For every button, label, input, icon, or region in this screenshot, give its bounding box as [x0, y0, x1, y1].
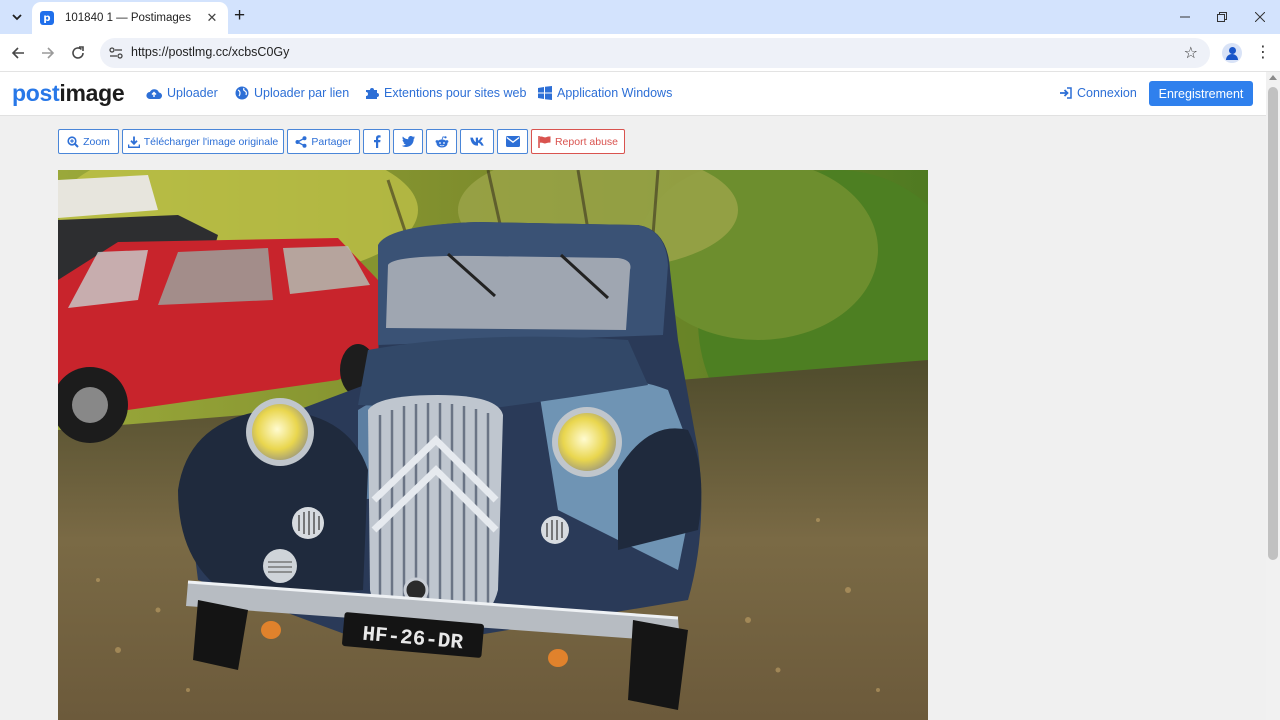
reddit-icon: [435, 135, 448, 147]
nav-login[interactable]: Connexion: [1060, 86, 1137, 100]
forward-button[interactable]: [37, 42, 59, 64]
reload-icon: [72, 46, 84, 59]
restore-window-button[interactable]: [1209, 5, 1235, 29]
reload-button[interactable]: [67, 42, 89, 64]
browser-menu-icon[interactable]: ⋮: [1255, 43, 1271, 63]
close-tab-icon[interactable]: ✕: [204, 10, 220, 26]
postimages-favicon-icon: p: [40, 11, 54, 25]
share-icon: [295, 135, 307, 148]
zoom-icon: [67, 135, 79, 148]
download-icon: [127, 136, 140, 148]
back-button[interactable]: [7, 42, 29, 64]
twitter-icon: [401, 136, 415, 147]
tab-title: 101840 1 — Postimages: [65, 12, 191, 24]
share-vk-button[interactable]: [460, 129, 494, 154]
flag-icon: [538, 135, 551, 148]
nav-uploader-by-link[interactable]: Uploader par lien: [235, 86, 349, 100]
restore-icon: [1217, 12, 1227, 22]
nav-extensions[interactable]: Extentions pour sites web: [365, 86, 526, 100]
facebook-icon: [373, 135, 381, 148]
windows-icon: [538, 86, 552, 100]
envelope-icon: [505, 136, 520, 147]
browser-tab[interactable]: p 101840 1 — Postimages ✕: [32, 2, 228, 34]
url-text: https://postlmg.cc/xcbsC0Gy: [131, 45, 290, 59]
globe-icon: [235, 86, 249, 100]
close-window-button[interactable]: [1247, 5, 1273, 29]
sign-in-icon: [1060, 87, 1072, 99]
arrow-right-icon: [42, 47, 55, 59]
share-email-button[interactable]: [497, 129, 528, 154]
bookmark-star-icon[interactable]: ☆: [1184, 43, 1198, 63]
car-photo-illustration: HF-26-DR: [58, 170, 928, 720]
browser-tab-strip: p 101840 1 — Postimages ✕ +: [0, 0, 1280, 34]
report-abuse-button[interactable]: Report abuse: [531, 129, 625, 154]
site-info-icon[interactable]: [108, 45, 124, 61]
profile-avatar-icon[interactable]: [1222, 43, 1242, 63]
puzzle-icon: [366, 88, 379, 99]
scrollbar-thumb[interactable]: [1268, 87, 1278, 560]
tab-search-button[interactable]: [6, 6, 28, 28]
vk-icon: [469, 137, 484, 146]
close-icon: [1255, 12, 1265, 22]
site-header: postimage Uploader Uploader par lien Ext…: [0, 72, 1266, 116]
zoom-button[interactable]: Zoom: [58, 129, 119, 154]
download-original-button[interactable]: Télécharger l'image originale: [122, 129, 284, 154]
uploaded-photo[interactable]: HF-26-DR: [58, 170, 928, 720]
arrow-left-icon: [11, 47, 24, 59]
share-reddit-button[interactable]: [426, 129, 457, 154]
minimize-window-button[interactable]: [1172, 5, 1198, 29]
register-button[interactable]: Enregistrement: [1149, 81, 1253, 106]
address-bar[interactable]: https://postlmg.cc/xcbsC0Gy ☆: [100, 38, 1210, 68]
share-facebook-button[interactable]: [363, 129, 390, 154]
postimage-logo[interactable]: postimage: [12, 80, 125, 107]
cloud-upload-icon: [146, 88, 162, 99]
page-scrollbar[interactable]: [1266, 72, 1280, 720]
nav-windows-app[interactable]: Application Windows: [538, 86, 672, 100]
share-twitter-button[interactable]: [393, 129, 423, 154]
browser-toolbar: https://postlmg.cc/xcbsC0Gy ☆ ⋮: [0, 34, 1280, 72]
chevron-down-icon: [12, 14, 22, 21]
new-tab-button[interactable]: +: [234, 6, 245, 25]
minimize-icon: [1180, 16, 1190, 18]
share-button[interactable]: Partager: [287, 129, 360, 154]
scroll-up-arrow-icon[interactable]: [1269, 75, 1277, 80]
nav-uploader[interactable]: Uploader: [146, 86, 218, 100]
